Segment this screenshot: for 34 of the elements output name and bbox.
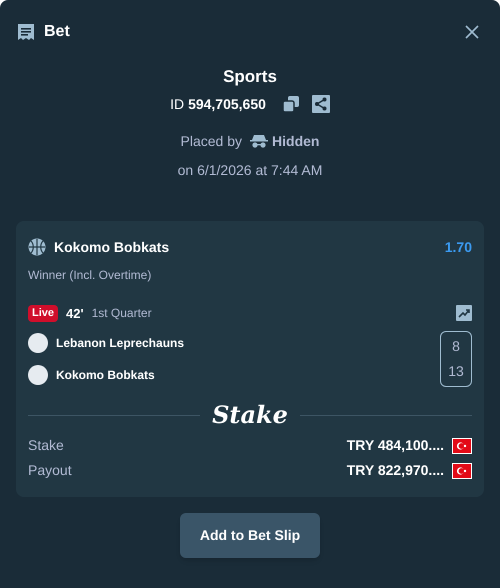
incognito-icon	[250, 134, 268, 148]
dialog-title: Bet	[44, 22, 70, 42]
placed-date: on 6/1/2026 at 7:44 AM	[178, 160, 322, 180]
add-to-bet-slip-button[interactable]: Add to Bet Slip	[180, 513, 320, 558]
share-icon[interactable]	[312, 95, 330, 113]
selection-team: Kokomo Bobkats	[54, 238, 170, 256]
category-title: Sports	[223, 66, 277, 88]
team-name: Kokomo Bobkats	[56, 367, 155, 384]
amount-label: Stake	[28, 436, 64, 455]
odds: 1.70	[444, 238, 472, 256]
close-icon	[464, 24, 480, 40]
flag-icon	[452, 438, 472, 454]
receipt-icon	[16, 22, 36, 42]
amount-label: Payout	[28, 461, 72, 480]
team-score: 8	[452, 337, 460, 356]
amount-value: TRY 822,970....	[346, 461, 444, 480]
match-period: 1st Quarter	[92, 305, 152, 322]
team-score: 13	[448, 362, 464, 381]
flag-icon	[452, 462, 472, 478]
placed-by-user: Hidden	[272, 132, 320, 150]
bet-id: 594,705,650	[188, 94, 266, 114]
basketball-icon	[28, 238, 46, 256]
placed-by-label: Placed by	[180, 132, 242, 151]
chart-icon[interactable]	[456, 305, 472, 322]
amount-value: TRY 484,100....	[346, 436, 444, 455]
bet-id-label: ID	[170, 94, 184, 114]
copy-icon[interactable]	[282, 95, 300, 113]
match-time: 42'	[66, 304, 84, 322]
market-name: Winner (Incl. Overtime)	[28, 266, 152, 284]
team-logo	[28, 333, 48, 353]
team-logo	[28, 365, 48, 385]
team-name: Lebanon Leprechauns	[56, 335, 184, 352]
live-badge: Live	[28, 305, 58, 322]
brand-logo: Stake	[212, 403, 288, 427]
